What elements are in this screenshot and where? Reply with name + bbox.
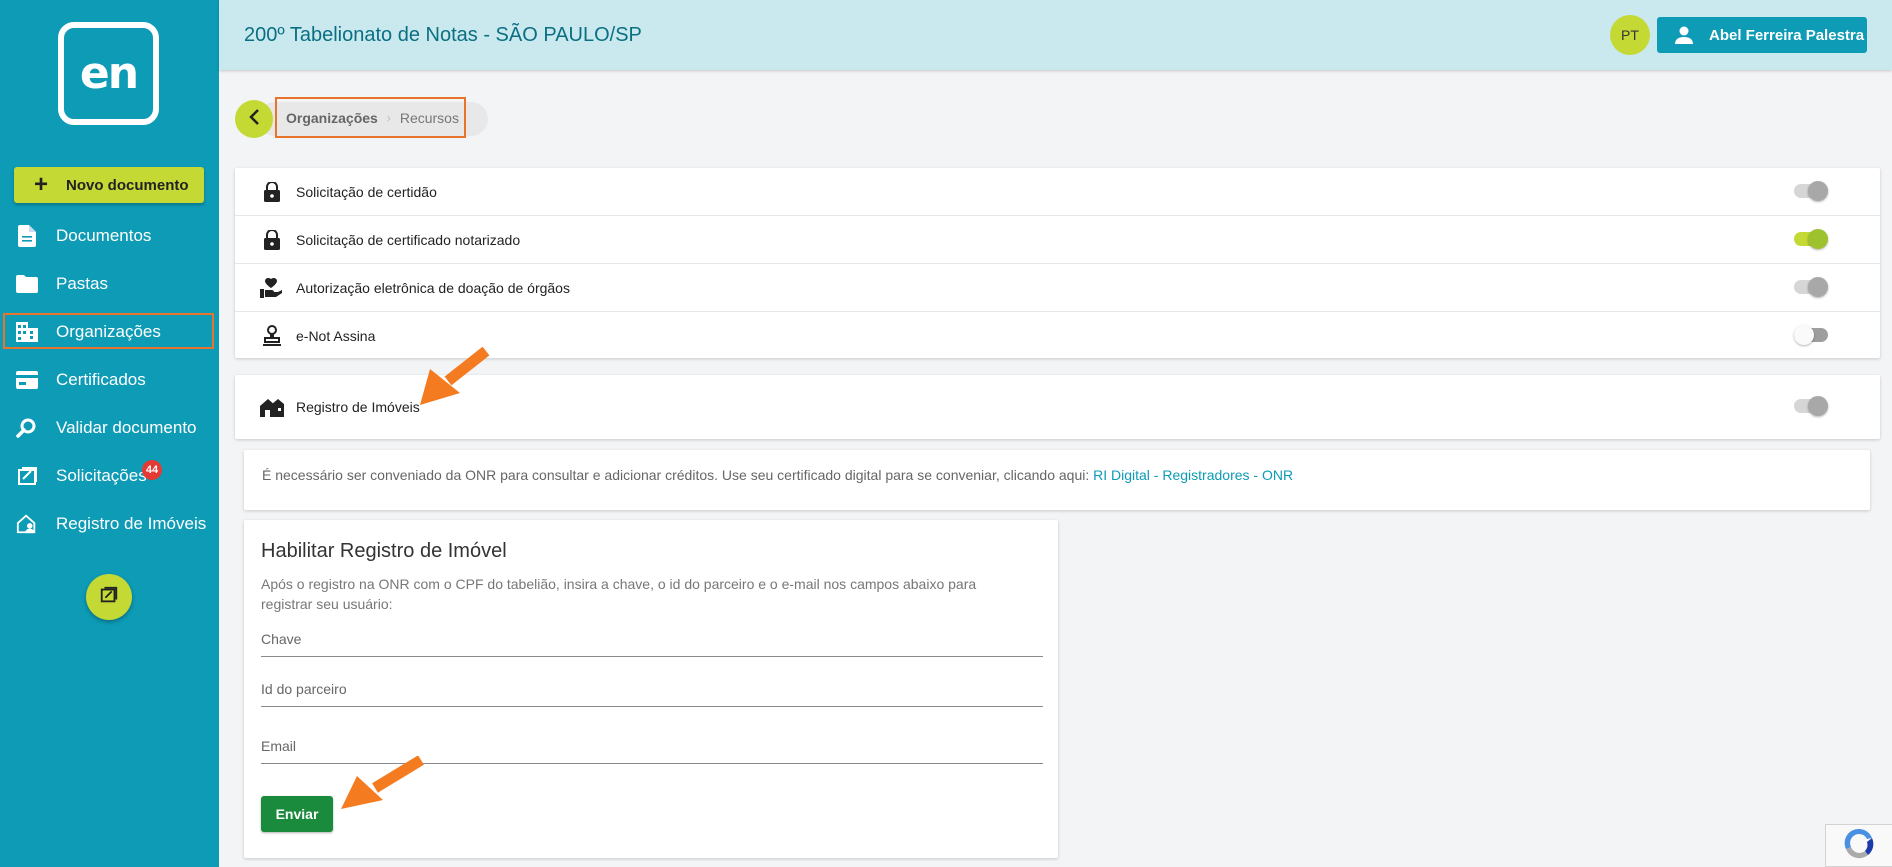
id-parceiro-placeholder: Id do parceiro — [261, 681, 347, 697]
annotation-arrow-icon — [341, 756, 424, 809]
chevron-right-icon: › — [386, 110, 391, 125]
sidebar-item-organizacoes[interactable]: Organizações — [0, 312, 219, 352]
toggle-knob — [1794, 325, 1814, 345]
email-placeholder: Email — [261, 738, 297, 754]
quick-request-button[interactable] — [86, 574, 132, 620]
certificate-card-icon — [16, 369, 38, 391]
top-header: 200º Tabelionato de Notas - SÃO PAULO/SP… — [219, 0, 1892, 70]
resource-row-doacao-orgaos: Autorização eletrônica de doação de órgã… — [235, 264, 1880, 312]
breadcrumb: Organizações › Recursos — [275, 97, 466, 138]
sidebar-item-pastas[interactable]: Pastas — [0, 264, 219, 304]
house-user-icon — [16, 513, 38, 535]
chave-placeholder: Chave — [261, 631, 302, 647]
toggle-knob — [1808, 396, 1828, 416]
folder-icon — [16, 273, 38, 295]
request-icon — [16, 465, 38, 487]
stamp-icon — [260, 324, 284, 348]
chevron-left-icon — [247, 108, 261, 131]
breadcrumb-recursos: Recursos — [399, 109, 459, 126]
toggle-switch[interactable] — [1794, 325, 1828, 345]
resource-label: e-Not Assina — [296, 328, 376, 344]
sidebar-item-label: Solicitações — [56, 466, 147, 485]
back-button[interactable] — [235, 100, 273, 138]
toggle-switch[interactable] — [1794, 181, 1828, 201]
user-menu-button[interactable]: Abel Ferreira Palestra — [1657, 17, 1867, 53]
breadcrumb-organizacoes[interactable]: Organizações — [286, 110, 378, 126]
toggle-switch[interactable] — [1794, 396, 1828, 416]
sidebar-item-certificados[interactable]: Certificados — [0, 360, 219, 400]
search-document-icon — [16, 417, 38, 439]
new-document-label: Novo documento — [66, 176, 189, 194]
toggle-switch[interactable] — [1794, 277, 1828, 297]
sidebar-item-label: Certificados — [56, 370, 146, 389]
user-icon — [1675, 26, 1693, 44]
document-icon — [16, 225, 38, 247]
request-icon — [99, 585, 119, 610]
onr-info-text: É necessário ser conveniado da ONR para … — [262, 467, 1294, 483]
page-title: 200º Tabelionato de Notas - SÃO PAULO/SP — [244, 24, 642, 46]
lock-icon — [260, 228, 284, 252]
resource-label: Registro de Imóveis — [296, 399, 420, 415]
recaptcha-badge[interactable] — [1825, 824, 1892, 867]
toggle-knob — [1808, 277, 1828, 297]
submit-button[interactable]: Enviar — [261, 796, 333, 832]
toggle-switch[interactable] — [1794, 229, 1828, 249]
toggle-knob — [1808, 229, 1828, 249]
active-highlight — [3, 313, 214, 349]
resources-card: Solicitação de certidão Solicitação de c… — [235, 168, 1880, 358]
sidebar-item-label: Registro de Imóveis — [56, 514, 207, 533]
id-parceiro-field[interactable]: Id do parceiro — [261, 671, 1043, 707]
new-document-button[interactable]: + Novo documento — [14, 167, 204, 203]
lock-icon — [260, 180, 284, 204]
sidebar-item-validar-documento[interactable]: Validar documento — [0, 408, 219, 448]
toggle-knob — [1808, 181, 1828, 201]
notification-badge: 44 — [142, 460, 162, 480]
annotation-arrow-icon — [420, 347, 490, 405]
onr-link[interactable]: RI Digital - Registradores - ONR — [1093, 467, 1293, 483]
resource-label: Solicitação de certificado notarizado — [296, 231, 521, 248]
sidebar-item-solicitacoes[interactable]: Solicitações 44 — [0, 456, 219, 496]
user-name: Abel Ferreira Palestra — [1709, 26, 1865, 44]
resource-row-certidao: Solicitação de certidão — [235, 168, 1880, 216]
houses-icon — [260, 395, 284, 419]
app-logo[interactable]: en — [58, 22, 159, 125]
resource-row-certificado-notarizado: Solicitação de certificado notarizado — [235, 216, 1880, 264]
sidebar-item-label: Validar documento — [56, 418, 197, 437]
sidebar-item-documentos[interactable]: Documentos — [0, 216, 219, 256]
resource-label: Autorização eletrônica de doação de órgã… — [296, 279, 570, 296]
avatar[interactable]: PT — [1610, 15, 1650, 55]
resource-label: Solicitação de certidão — [296, 183, 437, 200]
sidebar-item-label: Documentos — [56, 226, 152, 245]
sidebar-item-label: Pastas — [56, 274, 108, 293]
form-description: Após o registro na ONR com o CPF do tabe… — [261, 576, 977, 612]
plus-icon: + — [34, 171, 49, 198]
onr-info-card: É necessário ser conveniado da ONR para … — [244, 450, 1870, 510]
form-title: Habilitar Registro de Imóvel — [261, 540, 507, 562]
sidebar-item-registro-imoveis[interactable]: Registro de Imóveis — [0, 504, 219, 544]
hand-heart-icon — [260, 276, 284, 300]
recaptcha-icon — [1841, 825, 1877, 866]
chave-field[interactable]: Chave — [261, 621, 1043, 657]
sidebar: en + Novo documento Documentos Pastas Or… — [0, 0, 219, 867]
